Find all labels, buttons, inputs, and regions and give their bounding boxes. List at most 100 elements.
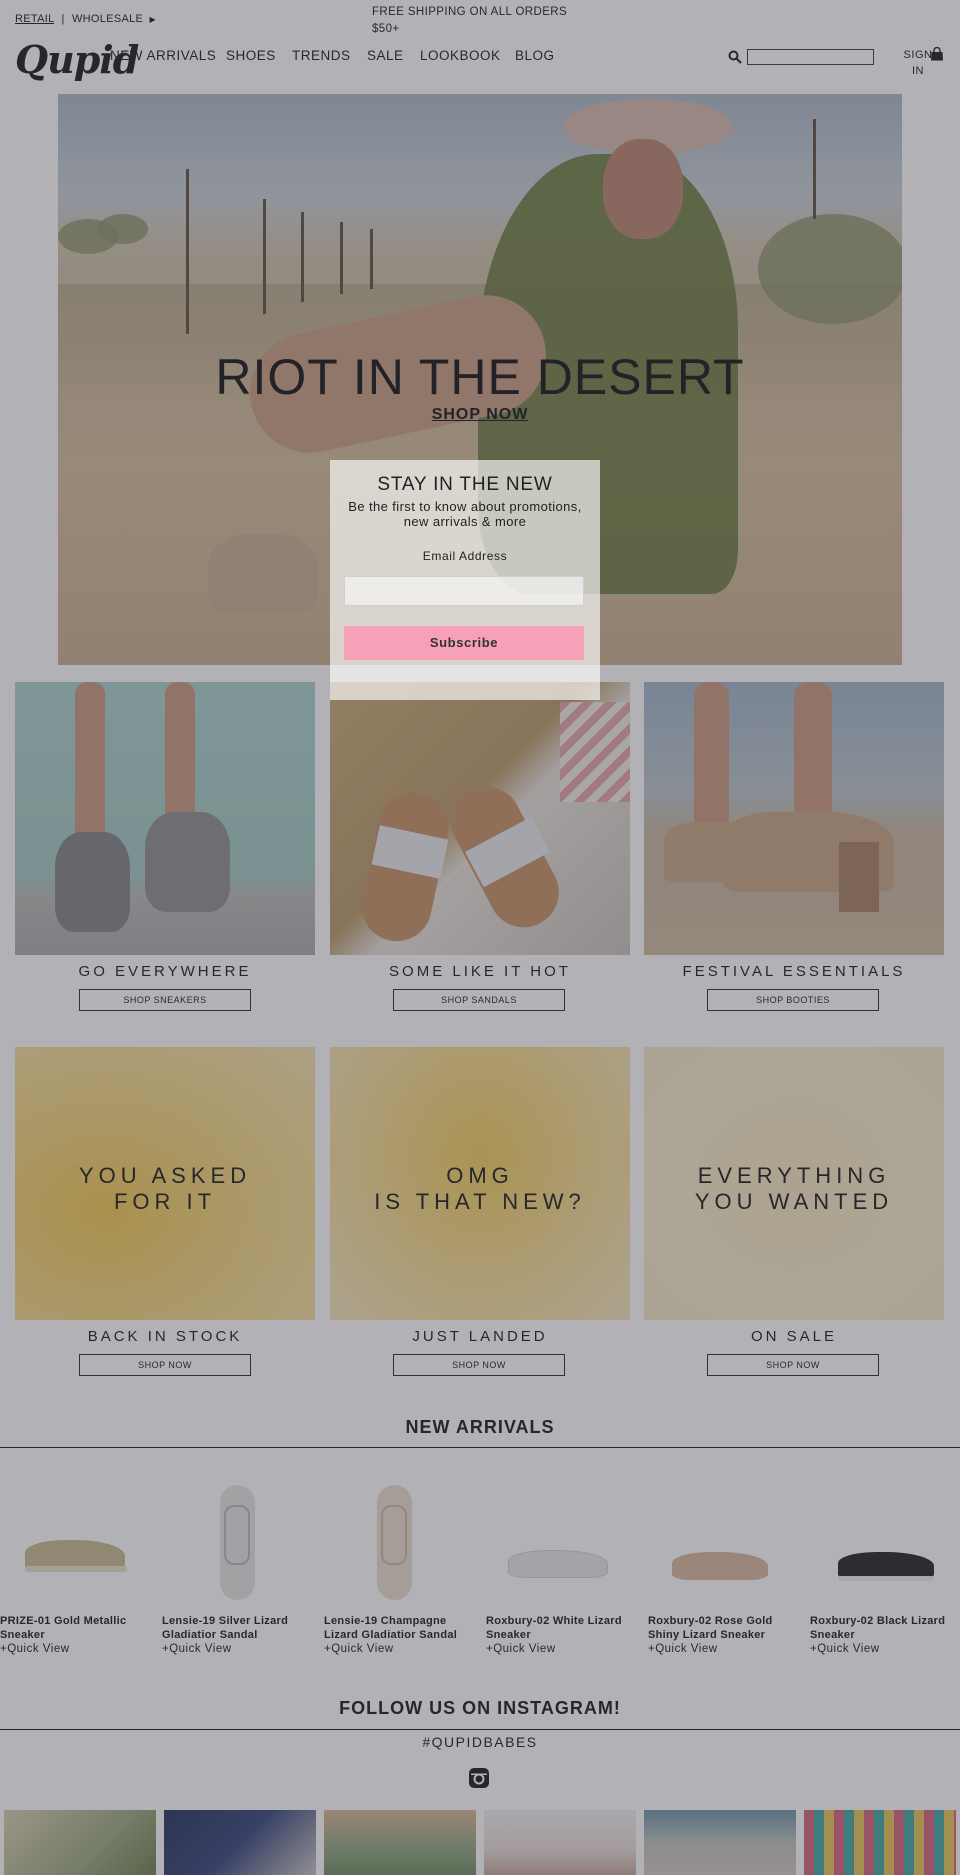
instagram-photo[interactable]: [164, 1810, 316, 1875]
tile-title: ON SALE: [750, 1328, 838, 1345]
product-card[interactable]: Roxbury-02 White Lizard Sneaker +Quick V…: [486, 1500, 636, 1655]
tile-title: FESTIVAL ESSENTIALS: [682, 963, 906, 980]
fence-post: [186, 169, 189, 334]
product-image[interactable]: [324, 1485, 474, 1600]
sneakers-image[interactable]: [15, 682, 315, 955]
hero-bush: [758, 214, 902, 324]
nav-trends[interactable]: TRENDS: [292, 48, 351, 63]
tile-title: JUST LANDED: [412, 1328, 548, 1345]
search-input[interactable]: [747, 49, 874, 65]
product-image[interactable]: [810, 1500, 960, 1600]
nav-lookbook[interactable]: LOOKBOOK: [420, 48, 501, 63]
instagram-photo[interactable]: [4, 1810, 156, 1875]
product-name[interactable]: Roxbury-02 Black Lizard Sneaker: [810, 1614, 960, 1642]
shipping-banner: FREE SHIPPING ON ALL ORDERS $50+: [372, 4, 572, 38]
instagram-photo[interactable]: [324, 1810, 476, 1875]
channel-separator: |: [61, 13, 65, 25]
shop-sandals-button[interactable]: SHOP SANDALS: [393, 989, 565, 1011]
sign-in-line-2: IN: [912, 65, 924, 77]
hero-shop-now-link[interactable]: SHOP NOW: [58, 406, 902, 424]
sandals-image[interactable]: [330, 682, 630, 955]
hero-bush: [98, 214, 148, 244]
product-card[interactable]: PRIZE-01 Gold Metallic Sneaker +Quick Vi…: [0, 1500, 150, 1655]
tile-overlay-text: OMG IS THAT NEW?: [330, 1163, 630, 1215]
retail-link[interactable]: RETAIL: [15, 13, 54, 25]
shop-now-button[interactable]: SHOP NOW: [707, 1354, 879, 1376]
shipping-line-1: FREE SHIPPING ON ALL ORDERS: [372, 6, 568, 18]
booties-image[interactable]: [644, 682, 944, 955]
product-image[interactable]: [486, 1500, 636, 1600]
instagram-photo[interactable]: [804, 1810, 956, 1875]
fence-post: [813, 119, 816, 219]
newsletter-popup: STAY IN THE NEW Be the first to know abo…: [330, 460, 600, 700]
product-name[interactable]: PRIZE-01 Gold Metallic Sneaker: [0, 1614, 150, 1642]
shopping-bag-icon[interactable]: [930, 47, 944, 61]
instagram-photo[interactable]: [644, 1810, 796, 1875]
quick-view-link[interactable]: +Quick View: [324, 1643, 474, 1655]
product-name[interactable]: Roxbury-02 Rose Gold Shiny Lizard Sneake…: [648, 1614, 798, 1642]
tile-overlay-text: YOU ASKED FOR IT: [15, 1163, 315, 1215]
section-divider: [0, 1729, 960, 1730]
hero-model-head: [603, 139, 683, 239]
product-name[interactable]: Lensie-19 Champagne Lizard Gladiatior Sa…: [324, 1614, 474, 1642]
fence-post: [263, 199, 266, 314]
email-field[interactable]: [344, 576, 584, 606]
nav-shoes[interactable]: SHOES: [226, 48, 276, 63]
quick-view-link[interactable]: +Quick View: [486, 1643, 636, 1655]
shipping-line-2: $50+: [372, 23, 400, 35]
caret-right-icon: ▶: [149, 15, 156, 24]
email-label: Email Address: [422, 549, 508, 563]
quick-view-link[interactable]: +Quick View: [0, 1643, 150, 1655]
just-landed-image[interactable]: OMG IS THAT NEW?: [330, 1047, 630, 1320]
nav-sale[interactable]: SALE: [367, 48, 404, 63]
popup-subtitle: Be the first to know about promotions, n…: [348, 499, 582, 529]
product-image[interactable]: [648, 1500, 798, 1600]
tile-overlay-text: EVERYTHING YOU WANTED: [644, 1163, 944, 1215]
tile-title: GO EVERYWHERE: [78, 963, 252, 980]
overlay-line-1: OMG: [446, 1163, 514, 1188]
product-name[interactable]: Roxbury-02 White Lizard Sneaker: [486, 1614, 636, 1642]
product-card[interactable]: Roxbury-02 Black Lizard Sneaker +Quick V…: [810, 1500, 960, 1655]
fence-post: [370, 229, 373, 289]
shop-sneakers-button[interactable]: SHOP SNEAKERS: [79, 989, 251, 1011]
product-card[interactable]: Roxbury-02 Rose Gold Shiny Lizard Sneake…: [648, 1500, 798, 1655]
hero-model-boot: [208, 534, 318, 614]
quick-view-link[interactable]: +Quick View: [648, 1643, 798, 1655]
overlay-line-2: IS THAT NEW?: [374, 1189, 586, 1214]
instagram-title: FOLLOW US ON INSTAGRAM!: [339, 1698, 621, 1718]
shop-now-button[interactable]: SHOP NOW: [393, 1354, 565, 1376]
top-bar: RETAIL | WHOLESALE ▶ FREE SHIPPING ON AL…: [0, 0, 960, 37]
product-image[interactable]: [0, 1500, 150, 1600]
subscribe-button[interactable]: Subscribe: [344, 626, 584, 660]
tile-title: SOME LIKE IT HOT: [389, 963, 571, 980]
on-sale-image[interactable]: EVERYTHING YOU WANTED: [644, 1047, 944, 1320]
instagram-photo[interactable]: [484, 1810, 636, 1875]
section-divider: [0, 1447, 960, 1448]
wholesale-link[interactable]: WHOLESALE: [72, 13, 143, 25]
new-arrivals-title: NEW ARRIVALS: [405, 1417, 555, 1437]
nav-blog[interactable]: BLOG: [515, 48, 555, 63]
back-in-stock-image[interactable]: YOU ASKED FOR IT: [15, 1047, 315, 1320]
product-image[interactable]: [162, 1485, 312, 1600]
quick-view-link[interactable]: +Quick View: [162, 1643, 312, 1655]
fence-post: [301, 212, 304, 302]
fence-post: [340, 222, 343, 294]
site-header: Qupid NEW ARRIVALS SHOES TRENDS SALE LOO…: [0, 37, 960, 92]
quick-view-link[interactable]: +Quick View: [810, 1643, 960, 1655]
shop-booties-button[interactable]: SHOP BOOTIES: [707, 989, 879, 1011]
instagram-icon[interactable]: [468, 1767, 490, 1789]
popup-title: STAY IN THE NEW: [377, 474, 553, 495]
overlay-line-2: FOR IT: [113, 1189, 217, 1214]
shop-now-button[interactable]: SHOP NOW: [79, 1354, 251, 1376]
hero-title: RIOT IN THE DESERT: [215, 349, 745, 405]
instagram-hashtag[interactable]: #QUPIDBABES: [0, 1734, 960, 1750]
channel-switcher: RETAIL | WHOLESALE ▶: [15, 13, 156, 25]
overlay-line-1: YOU ASKED: [78, 1163, 252, 1188]
product-card[interactable]: Lensie-19 Champagne Lizard Gladiatior Sa…: [324, 1485, 474, 1655]
tile-title: BACK IN STOCK: [87, 1328, 243, 1345]
overlay-line-1: EVERYTHING: [697, 1163, 891, 1188]
product-card[interactable]: Lensie-19 Silver Lizard Gladiatior Sanda…: [162, 1485, 312, 1655]
product-name[interactable]: Lensie-19 Silver Lizard Gladiatior Sanda…: [162, 1614, 312, 1642]
search-icon[interactable]: [728, 50, 742, 64]
nav-new-arrivals[interactable]: NEW ARRIVALS: [110, 48, 216, 63]
